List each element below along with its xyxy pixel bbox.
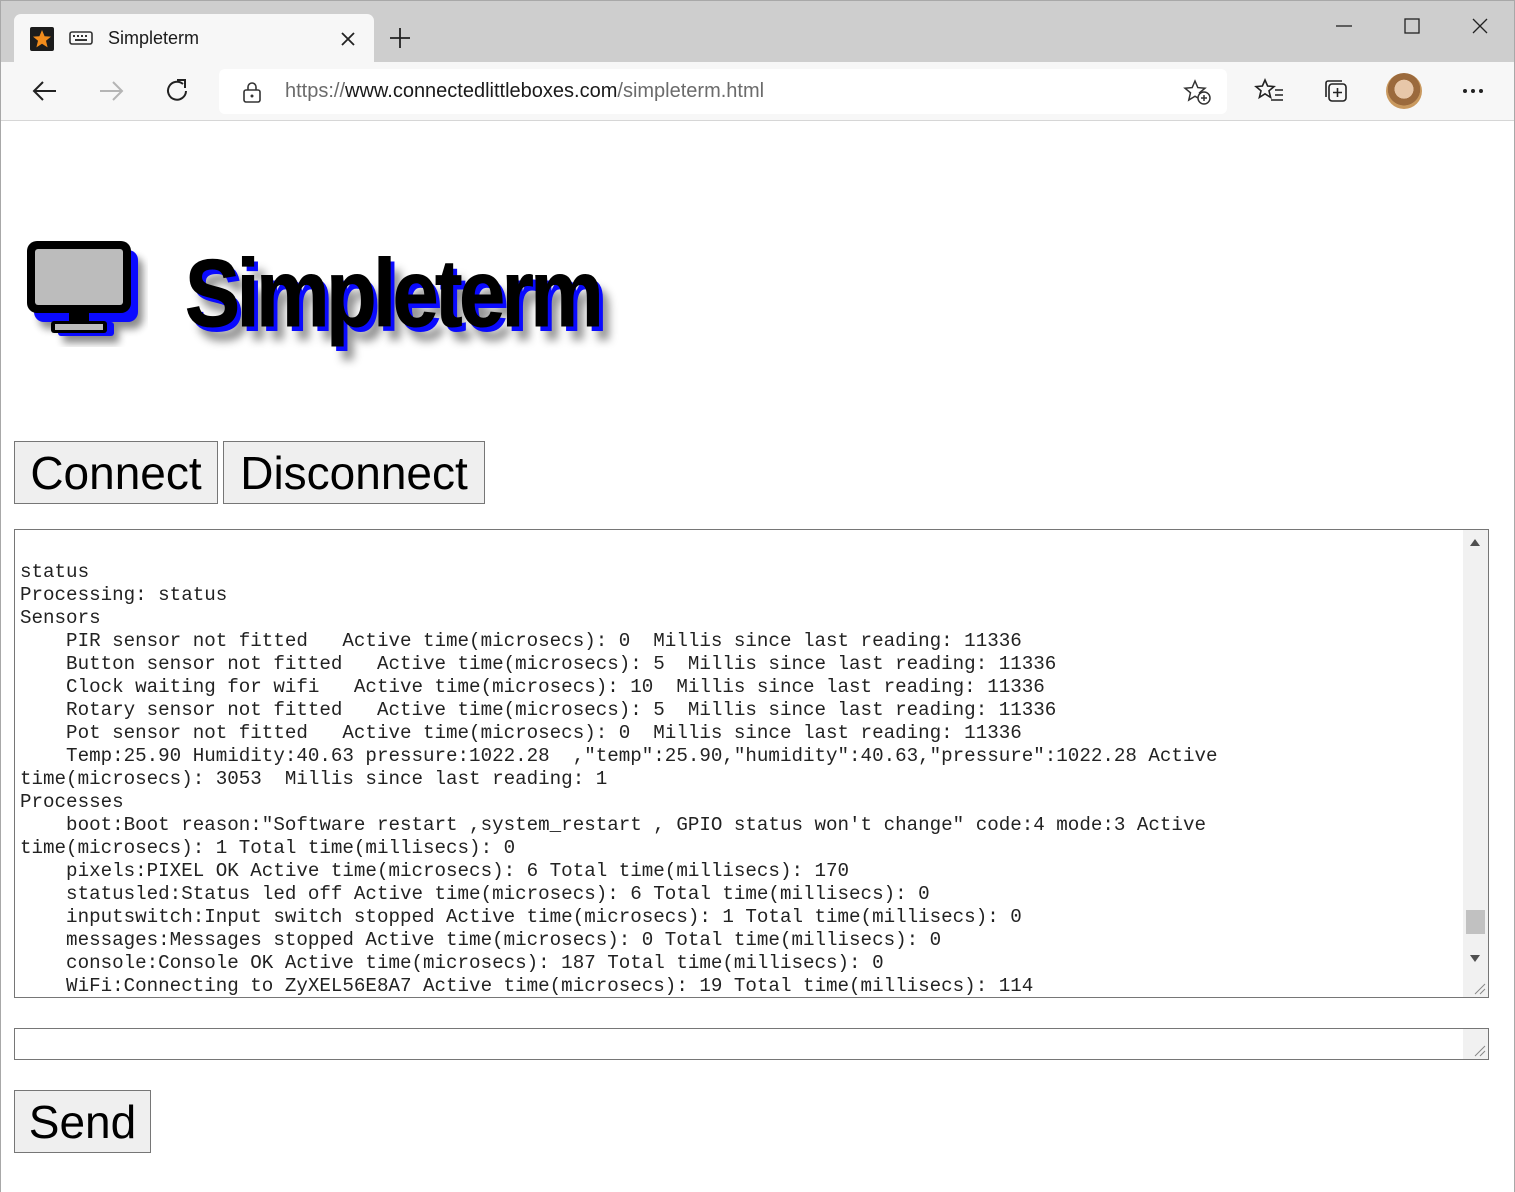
window-close-icon[interactable] <box>1465 11 1495 41</box>
plus-icon[interactable] <box>387 25 413 51</box>
console-output[interactable]: status Processing: status Sensors PIR sens… <box>14 529 1489 998</box>
monitor-icon <box>27 241 143 343</box>
tab-title: Simpleterm <box>108 28 200 48</box>
close-icon[interactable] <box>336 27 360 51</box>
console-line: Pot sensor not fitted Active time(micros… <box>20 722 1022 744</box>
console-line: messages:Messages stopped Active time(mi… <box>20 929 942 951</box>
console-line: time(microsecs): 1 Total time(millisecs)… <box>20 837 516 859</box>
tab-strip: Simpleterm <box>1 1 1514 62</box>
console-line: pixels:PIXEL OK Active time(microsecs): … <box>20 860 850 882</box>
connect-button[interactable]: Connect <box>14 441 218 504</box>
console-lines: status Processing: status Sensors PIR sens… <box>20 561 1460 997</box>
console-line: Sensors <box>20 607 101 629</box>
console-line: boot:Boot reason:"Software restart ,syst… <box>20 814 1206 836</box>
back-arrow-icon[interactable] <box>28 74 62 108</box>
command-input-box[interactable] <box>14 1028 1489 1060</box>
console-line: status <box>20 561 90 583</box>
url-host: www.connectedlittleboxes.com <box>345 80 618 102</box>
console-line: Rotary sensor not fitted Active time(mic… <box>20 699 1057 721</box>
tab-simpleterm[interactable]: Simpleterm <box>14 14 374 62</box>
console-line: Button sensor not fitted Active time(mic… <box>20 653 1057 675</box>
console-line: statusled:Status led off Active time(mic… <box>20 883 930 905</box>
refresh-icon[interactable] <box>160 74 194 108</box>
console-line: Processing: status <box>20 584 228 606</box>
scroll-up-icon[interactable] <box>1470 539 1480 546</box>
send-button[interactable]: Send <box>14 1090 151 1153</box>
maximize-icon[interactable] <box>1397 11 1427 41</box>
console-scrollbar[interactable] <box>1463 530 1488 997</box>
console-line: inputswitch:Input switch stopped Active … <box>20 906 1022 928</box>
lock-icon[interactable] <box>241 80 263 109</box>
scroll-down-icon[interactable] <box>1470 955 1480 962</box>
add-favorite-icon[interactable] <box>1183 79 1211 110</box>
address-bar[interactable]: https://www.connectedlittleboxes.com/sim… <box>219 69 1227 114</box>
favorites-icon[interactable] <box>1253 74 1287 108</box>
console-line: Temp:25.90 Humidity:40.63 pressure:1022.… <box>20 745 1218 767</box>
resize-grip-icon[interactable] <box>1472 981 1486 995</box>
minimize-icon[interactable] <box>1329 11 1359 41</box>
more-icon[interactable] <box>1456 74 1490 108</box>
resize-grip-icon[interactable] <box>1472 1043 1486 1057</box>
disconnect-button[interactable]: Disconnect <box>223 441 485 504</box>
console-line: Processes <box>20 791 124 813</box>
browser-toolbar: https://www.connectedlittleboxes.com/sim… <box>1 62 1514 121</box>
star-favicon-icon <box>30 27 54 51</box>
url-path: /simpleterm.html <box>617 80 765 102</box>
profile-avatar[interactable] <box>1386 73 1422 109</box>
console-line: console:Console OK Active time(microsecs… <box>20 952 884 974</box>
browser-window: Simpleterm https://www.connectedlittlebo… <box>0 0 1515 1192</box>
url-text: https://www.connectedlittleboxes.com/sim… <box>285 80 764 103</box>
scroll-thumb[interactable] <box>1466 910 1485 934</box>
collections-icon[interactable] <box>1319 74 1353 108</box>
console-line: time(microsecs): 3053 Millis since last … <box>20 768 608 790</box>
simpleterm-logo: Simpleterm <box>23 237 663 362</box>
forward-arrow-icon[interactable] <box>94 74 128 108</box>
url-scheme: https:// <box>285 80 346 102</box>
keyboard-icon <box>69 31 93 50</box>
page-content: Simpleterm Connect Disconnect status Proc… <box>1 122 1514 1192</box>
logo-text: Simpleterm <box>185 240 605 348</box>
console-line: PIR sensor not fitted Active time(micros… <box>20 630 1022 652</box>
command-input[interactable] <box>19 1032 1449 1056</box>
console-line: Clock waiting for wifi Active time(micro… <box>20 676 1045 698</box>
console-line: WiFi:Connecting to ZyXEL56E8A7 Active ti… <box>20 975 1034 997</box>
